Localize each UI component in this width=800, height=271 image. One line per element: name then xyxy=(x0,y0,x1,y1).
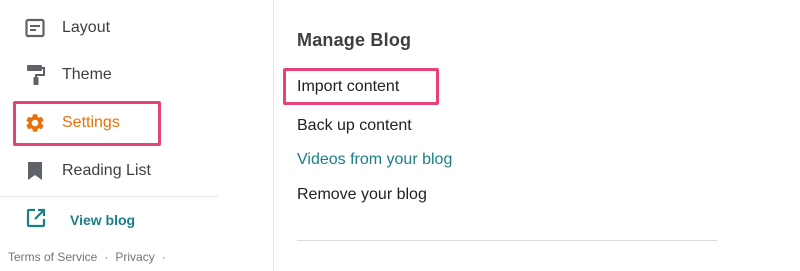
privacy-link[interactable]: Privacy xyxy=(115,250,154,264)
main-content: Manage Blog Import content Back up conte… xyxy=(274,0,800,271)
videos-from-your-blog-link[interactable]: Videos from your blog xyxy=(297,151,452,169)
paint-roller-icon xyxy=(24,64,46,86)
view-blog-label: View blog xyxy=(70,212,136,228)
layout-icon xyxy=(24,17,46,39)
terms-of-service-link[interactable]: Terms of Service xyxy=(8,250,97,264)
remove-your-blog-link[interactable]: Remove your blog xyxy=(297,186,427,204)
import-content-link[interactable]: Import content xyxy=(297,78,399,96)
view-blog-link[interactable]: View blog xyxy=(26,208,135,232)
gear-icon xyxy=(24,112,46,134)
section-title: Manage Blog xyxy=(297,30,412,50)
footer-separator: · xyxy=(161,250,166,264)
sidebar-item-theme[interactable]: Theme xyxy=(24,61,112,89)
back-up-content-link[interactable]: Back up content xyxy=(297,117,412,135)
sidebar-footer: Terms of Service · Privacy · xyxy=(8,250,173,264)
section-divider xyxy=(297,240,717,241)
sidebar: Layout Theme Settings Reading List View … xyxy=(0,0,274,271)
sidebar-item-label: Settings xyxy=(62,114,120,131)
sidebar-item-label: Reading List xyxy=(62,162,151,179)
open-in-new-icon xyxy=(26,208,46,233)
sidebar-item-reading-list[interactable]: Reading List xyxy=(24,157,151,185)
sidebar-item-label: Theme xyxy=(62,66,112,83)
sidebar-item-layout[interactable]: Layout xyxy=(24,14,110,42)
sidebar-item-label: Layout xyxy=(62,19,111,36)
sidebar-divider xyxy=(0,196,218,197)
sidebar-item-settings[interactable]: Settings xyxy=(24,109,120,137)
bookmark-icon xyxy=(24,160,46,182)
footer-separator: · xyxy=(104,250,109,264)
